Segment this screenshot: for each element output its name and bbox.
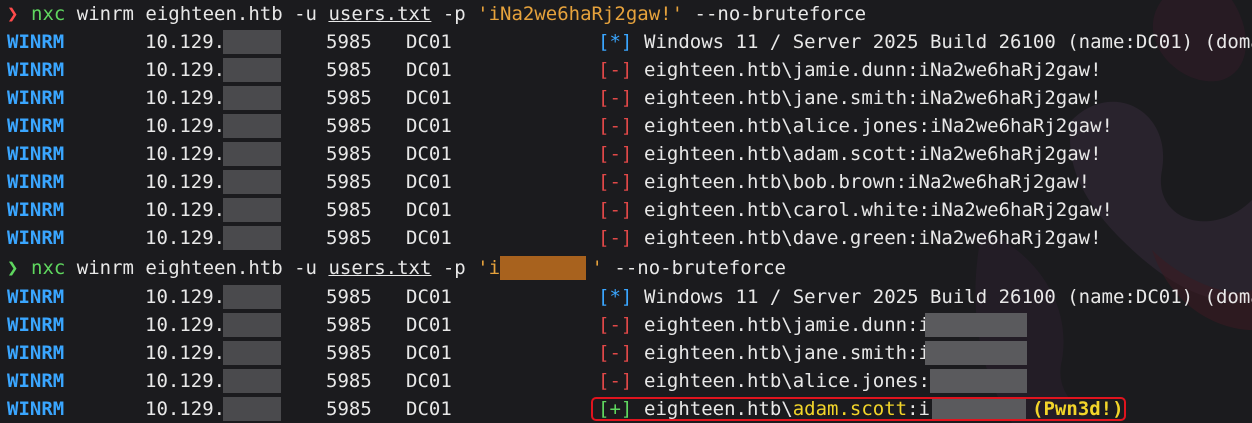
output-row: WINRM 10.129. 5985 DC01 [*] Windows 11 /…	[7, 30, 1252, 54]
success-highlight-box	[591, 397, 1126, 421]
password-redaction	[930, 369, 1027, 393]
password-arg: 'iNa2we6haRj2gaw!'	[477, 3, 684, 25]
redaction-block	[223, 397, 281, 421]
command-text: nxc winrm eighteen.htb -u users.txt -p '…	[31, 3, 867, 25]
password-redaction	[500, 256, 586, 280]
userfile-arg: users.txt	[328, 257, 432, 279]
output-row: WINRM 10.129. 5985 DC01 [-] eighteen.htb…	[0, 311, 1252, 339]
redaction-block	[223, 226, 281, 250]
output-row: WINRM 10.129. 5985 DC01 [-] eighteen.htb…	[7, 114, 1113, 138]
output-row: WINRM 10.129. 5985 DC01 [-] eighteen.htb…	[7, 86, 1102, 110]
redaction-block	[223, 142, 281, 166]
output-row: WINRM 10.129. 5985 DC01 [-] eighteen.htb…	[7, 58, 1102, 82]
redaction-block	[223, 86, 281, 110]
prompt-arrow: ❯	[7, 257, 19, 279]
output-row: WINRM 10.129. 5985 DC01 [-] eighteen.htb…	[0, 339, 1252, 367]
terminal-output: ❯ nxc winrm eighteen.htb -u users.txt -p…	[0, 0, 1252, 423]
prompt-arrow: ❯	[7, 3, 19, 25]
password-redaction	[925, 313, 1027, 337]
output-row: WINRM 10.129. 5985 DC01 [-] eighteen.htb…	[7, 226, 1102, 250]
password-redaction	[925, 341, 1027, 365]
output-row: WINRM 10.129. 5985 DC01 [-] eighteen.htb…	[7, 170, 1091, 194]
command-text: nxc winrm eighteen.htb -u users.txt -p '…	[31, 257, 786, 279]
output-row: WINRM 10.129. 5985 DC01 [-] eighteen.htb…	[7, 142, 1102, 166]
redaction-block	[223, 30, 281, 54]
redaction-block	[223, 285, 281, 309]
output-row: WINRM 10.129. 5985 DC01 [-] eighteen.htb…	[0, 367, 1252, 395]
redaction-block	[223, 198, 281, 222]
redaction-block	[223, 170, 281, 194]
redaction-block	[223, 313, 281, 337]
userfile-arg: users.txt	[328, 3, 432, 25]
command-line-1[interactable]: ❯ nxc winrm eighteen.htb -u users.txt -p…	[0, 0, 1252, 28]
output-row: WINRM 10.129. 5985 DC01 [*] Windows 11 /…	[7, 285, 1252, 309]
redaction-block	[223, 114, 281, 138]
redaction-block	[223, 341, 281, 365]
redaction-block	[223, 58, 281, 82]
redaction-block	[223, 369, 281, 393]
output-row: WINRM 10.129. 5985 DC01 [-] eighteen.htb…	[7, 198, 1113, 222]
command-line-2[interactable]: ❯ nxc winrm eighteen.htb -u users.txt -p…	[0, 254, 1252, 282]
